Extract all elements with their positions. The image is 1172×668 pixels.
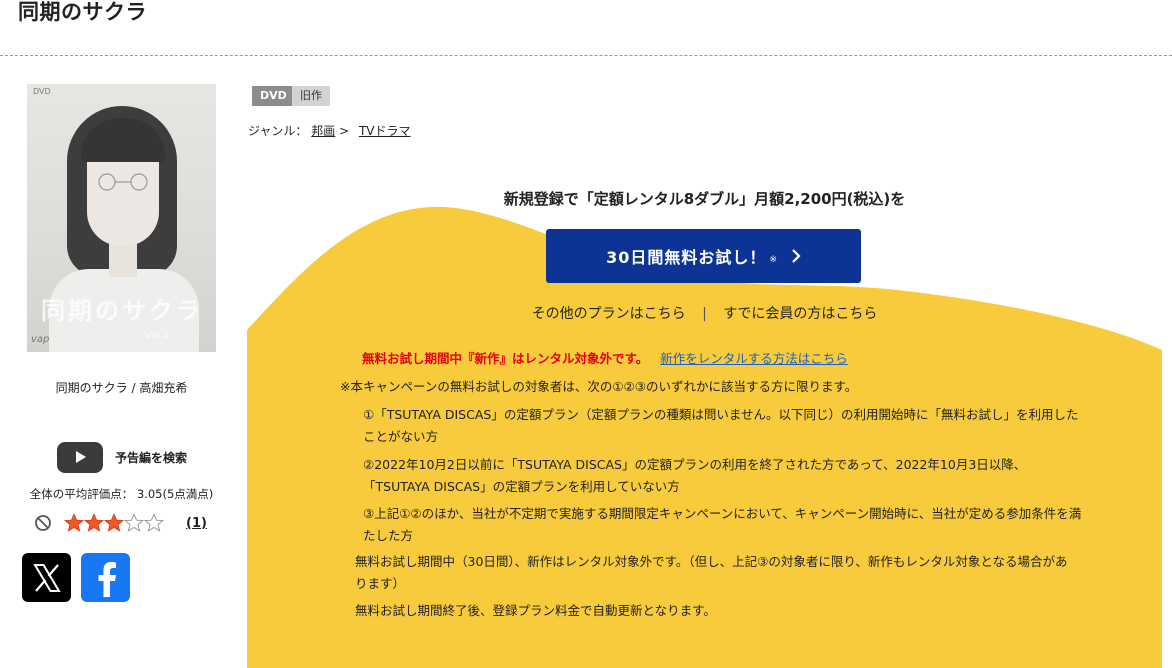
trial-period-note: 無料お試し期間中（30日間）、新作はレンタル対象外です。（但し、上記③の対象者に…	[355, 554, 1068, 591]
star-filled-icon	[64, 513, 84, 532]
facebook-logo-icon	[98, 561, 116, 597]
new-release-warning: 無料お試し期間中『新作』はレンタル対象外です。	[362, 351, 649, 366]
new-release-howto-link[interactable]: 新作をレンタルする方法はこちら	[660, 351, 848, 366]
plan-links-separator: |	[702, 306, 707, 322]
page-title: 同期のサクラ	[18, 0, 147, 24]
trailer-search-label[interactable]: 予告編を検索	[115, 449, 187, 466]
new-release-notice: 無料お試し期間中『新作』はレンタル対象外です。 新作をレンタルする方法はこちら	[362, 348, 848, 367]
campaign-eligibility-intro: ※本キャンペーンの無料お試しの対象者は、次の①②③のいずれかに該当する方に限りま…	[340, 379, 858, 394]
average-rating-text: 全体の平均評価点： 3.05(5点満点)	[29, 487, 214, 501]
eligibility-condition-2: ②2022年10月2日以前に「TSUTAYA DISCAS」の定額プランの利用を…	[363, 457, 1027, 494]
other-plans-link[interactable]: その他のプランはこちら	[532, 306, 686, 322]
genre-label: ジャンル：	[248, 124, 308, 138]
cover-vol-text: Vol.1	[145, 330, 170, 341]
star-filled-icon	[104, 513, 124, 532]
genre-link-hoga[interactable]: 邦画	[311, 124, 335, 138]
share-facebook-button[interactable]	[81, 553, 130, 602]
star-empty-icon	[144, 513, 164, 532]
eligibility-condition-3: ③上記①②のほか、当社が不定期で実施する期間限定キャンペーンにおいて、キャンペー…	[363, 506, 1082, 543]
status-badge: 旧作	[292, 86, 330, 106]
free-trial-label: 30日間無料お試し！	[606, 248, 767, 267]
cover-dvd-mark: DVD	[33, 87, 51, 96]
plan-links: その他のプランはこちら | すでに会員の方はこちら	[247, 303, 1162, 323]
dvd-cover-image[interactable]: DVD 同期のサクラ Vol.1 vap	[27, 84, 216, 352]
x-logo-icon	[32, 563, 61, 592]
free-trial-button[interactable]: 30日間無料お試し！ ※	[546, 229, 861, 283]
chevron-right-icon	[792, 249, 801, 263]
genre-link-tvdrama[interactable]: TVドラマ	[359, 124, 411, 138]
rating-row: (1)	[34, 512, 207, 534]
cover-logo: vap	[31, 334, 50, 345]
star-empty-icon	[124, 513, 144, 532]
cover-title-text: 同期のサクラ	[41, 297, 203, 325]
member-login-link[interactable]: すでに会員の方はこちら	[723, 306, 877, 322]
genre-separator: >	[339, 124, 350, 138]
genre-breadcrumb: ジャンル： 邦画 > TVドラマ	[248, 122, 411, 139]
cover-glasses-shape	[98, 173, 148, 191]
product-caption: 同期のサクラ / 高畑充希	[55, 381, 188, 395]
star-rating[interactable]	[64, 513, 164, 533]
no-rating-icon[interactable]	[34, 514, 52, 532]
share-x-button[interactable]	[22, 553, 71, 602]
format-badge: DVD	[252, 86, 295, 106]
review-count-link[interactable]: (1)	[186, 516, 207, 531]
trailer-search-button[interactable]: 予告編を検索	[57, 441, 187, 473]
play-icon[interactable]	[57, 441, 103, 473]
promo-headline: 新規登録で「定額レンタル8ダブル」月額2,200円(税込)を	[503, 190, 906, 208]
title-divider	[0, 55, 1172, 56]
auto-renew-note: 無料お試し期間終了後、登録プラン料金で自動更新となります。	[355, 603, 716, 618]
free-trial-note-mark: ※	[769, 255, 777, 265]
eligibility-condition-1: ①「TSUTAYA DISCAS」の定額プラン（定額プランの種類は問いません。以…	[363, 407, 1079, 444]
star-filled-icon	[84, 513, 104, 532]
